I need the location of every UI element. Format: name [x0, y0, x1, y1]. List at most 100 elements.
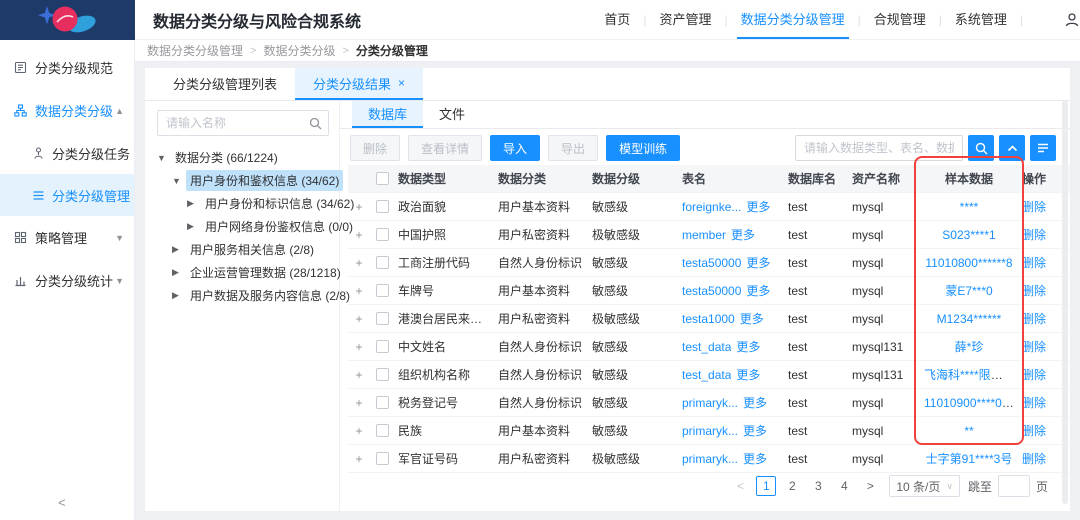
- table-name-link[interactable]: testa1000: [682, 312, 735, 326]
- select-all-checkbox[interactable]: [376, 172, 389, 185]
- sample-data-value[interactable]: 11010900****000: [924, 396, 1015, 410]
- row-checkbox[interactable]: [376, 312, 389, 325]
- sample-data-value[interactable]: 飞海科****限公司: [924, 368, 1015, 382]
- nav-item-5[interactable]: 系统管理: [951, 0, 1011, 39]
- sidebar-subitem-2-1[interactable]: 分类分级任务: [0, 132, 134, 174]
- delete-row-link[interactable]: 删除: [1022, 200, 1046, 214]
- table-name-link[interactable]: testa50000: [682, 256, 741, 270]
- caret-right-icon[interactable]: ▶: [172, 290, 186, 301]
- prev-page-button[interactable]: <: [730, 476, 750, 496]
- search-icon[interactable]: [309, 117, 322, 130]
- row-checkbox[interactable]: [376, 340, 389, 353]
- nav-item-2[interactable]: 资产管理: [655, 0, 715, 39]
- more-link[interactable]: 更多: [743, 394, 767, 411]
- row-checkbox[interactable]: [376, 396, 389, 409]
- row-checkbox[interactable]: [376, 368, 389, 381]
- expand-row-icon[interactable]: +: [348, 452, 370, 466]
- more-link[interactable]: 更多: [743, 450, 767, 467]
- page-number-4[interactable]: 4: [834, 476, 854, 496]
- sample-data-value[interactable]: S023****1: [942, 228, 995, 242]
- user-icon[interactable]: [1064, 12, 1080, 28]
- table-name-link[interactable]: primaryk...: [682, 452, 738, 466]
- result-tab-1[interactable]: 数据库: [352, 101, 423, 128]
- more-link[interactable]: 更多: [743, 422, 767, 439]
- page-tab-1[interactable]: 分类分级管理列表: [155, 68, 295, 100]
- table-name-link[interactable]: member: [682, 228, 726, 242]
- sidebar-item-3[interactable]: 策略管理▼: [0, 216, 134, 259]
- table-name-link[interactable]: test_data: [682, 340, 731, 354]
- delete-row-link[interactable]: 删除: [1022, 368, 1046, 382]
- collapse-search-button[interactable]: [999, 135, 1025, 161]
- breadcrumb-item[interactable]: 数据分类分级管理: [147, 42, 243, 59]
- column-settings-button[interactable]: [1030, 135, 1056, 161]
- more-link[interactable]: 更多: [746, 254, 770, 271]
- breadcrumb-item[interactable]: 数据分类分级: [263, 42, 335, 59]
- expand-row-icon[interactable]: +: [348, 284, 370, 298]
- expand-row-icon[interactable]: +: [348, 256, 370, 270]
- expand-row-icon[interactable]: +: [348, 368, 370, 382]
- row-checkbox[interactable]: [376, 200, 389, 213]
- page-number-3[interactable]: 3: [808, 476, 828, 496]
- search-button[interactable]: [968, 135, 994, 161]
- sidebar-subitem-2-2[interactable]: 分类分级管理: [0, 174, 134, 216]
- toolbar-button-2[interactable]: 查看详情: [408, 135, 482, 161]
- expand-row-icon[interactable]: +: [348, 200, 370, 214]
- table-name-link[interactable]: primaryk...: [682, 396, 738, 410]
- sidebar-item-4[interactable]: 分类分级统计▼: [0, 259, 134, 302]
- sidebar-collapse-icon[interactable]: <: [58, 495, 66, 510]
- toolbar-button-3[interactable]: 导入: [490, 135, 540, 161]
- sidebar-item-2[interactable]: 数据分类分级▲: [0, 89, 134, 132]
- delete-row-link[interactable]: 删除: [1022, 284, 1046, 298]
- sample-data-value[interactable]: ****: [960, 200, 979, 214]
- more-link[interactable]: 更多: [731, 226, 755, 243]
- expand-row-icon[interactable]: +: [348, 312, 370, 326]
- sidebar-item-1[interactable]: 分类分级规范: [0, 46, 134, 89]
- sample-data-value[interactable]: 蒙E7***0: [945, 284, 992, 298]
- caret-right-icon[interactable]: ▶: [187, 221, 201, 232]
- delete-row-link[interactable]: 删除: [1022, 340, 1046, 354]
- more-link[interactable]: 更多: [746, 198, 770, 215]
- expand-row-icon[interactable]: +: [348, 396, 370, 410]
- table-name-link[interactable]: testa50000: [682, 284, 741, 298]
- delete-row-link[interactable]: 删除: [1022, 396, 1046, 410]
- delete-row-link[interactable]: 删除: [1022, 228, 1046, 242]
- toolbar-button-4[interactable]: 导出: [548, 135, 598, 161]
- more-link[interactable]: 更多: [740, 310, 764, 327]
- result-tab-2[interactable]: 文件: [423, 101, 481, 128]
- table-name-link[interactable]: primaryk...: [682, 424, 738, 438]
- more-link[interactable]: 更多: [736, 366, 760, 383]
- more-link[interactable]: 更多: [736, 338, 760, 355]
- tree-node-4[interactable]: ▶用户网络身份鉴权信息 (0/0): [157, 215, 329, 238]
- vertical-scrollbar[interactable]: [1062, 100, 1068, 504]
- expand-row-icon[interactable]: +: [348, 228, 370, 242]
- row-checkbox[interactable]: [376, 452, 389, 465]
- toolbar-button-5[interactable]: 模型训练: [606, 135, 680, 161]
- row-checkbox[interactable]: [376, 284, 389, 297]
- delete-row-link[interactable]: 删除: [1022, 312, 1046, 326]
- toolbar-button-1[interactable]: 删除: [350, 135, 400, 161]
- page-tab-2[interactable]: 分类分级结果×: [295, 68, 423, 100]
- close-tab-icon[interactable]: ×: [398, 76, 405, 90]
- table-name-link[interactable]: test_data: [682, 368, 731, 382]
- caret-right-icon[interactable]: ▶: [187, 198, 201, 209]
- tree-node-6[interactable]: ▶企业运营管理数据 (28/1218): [157, 261, 329, 284]
- delete-row-link[interactable]: 删除: [1022, 424, 1046, 438]
- caret-down-icon[interactable]: ▼: [157, 153, 171, 163]
- tree-node-3[interactable]: ▶用户身份和标识信息 (34/62): [157, 192, 329, 215]
- table-search-input[interactable]: [795, 135, 963, 161]
- nav-item-3[interactable]: 数据分类分级管理: [737, 0, 849, 39]
- sample-data-value[interactable]: 11010800******8: [925, 256, 1012, 270]
- caret-right-icon[interactable]: ▶: [172, 267, 186, 278]
- sample-data-value[interactable]: 薛*珍: [955, 340, 984, 354]
- tree-node-1[interactable]: ▼数据分类 (66/1224): [157, 146, 329, 169]
- row-checkbox[interactable]: [376, 228, 389, 241]
- row-checkbox[interactable]: [376, 256, 389, 269]
- page-size-select[interactable]: 10 条/页∨: [889, 475, 960, 497]
- page-number-1[interactable]: 1: [756, 476, 776, 496]
- caret-right-icon[interactable]: ▶: [172, 244, 186, 255]
- more-link[interactable]: 更多: [746, 282, 770, 299]
- caret-down-icon[interactable]: ▼: [172, 176, 186, 186]
- page-number-2[interactable]: 2: [782, 476, 802, 496]
- next-page-button[interactable]: >: [860, 476, 880, 496]
- tree-node-5[interactable]: ▶用户服务相关信息 (2/8): [157, 238, 329, 261]
